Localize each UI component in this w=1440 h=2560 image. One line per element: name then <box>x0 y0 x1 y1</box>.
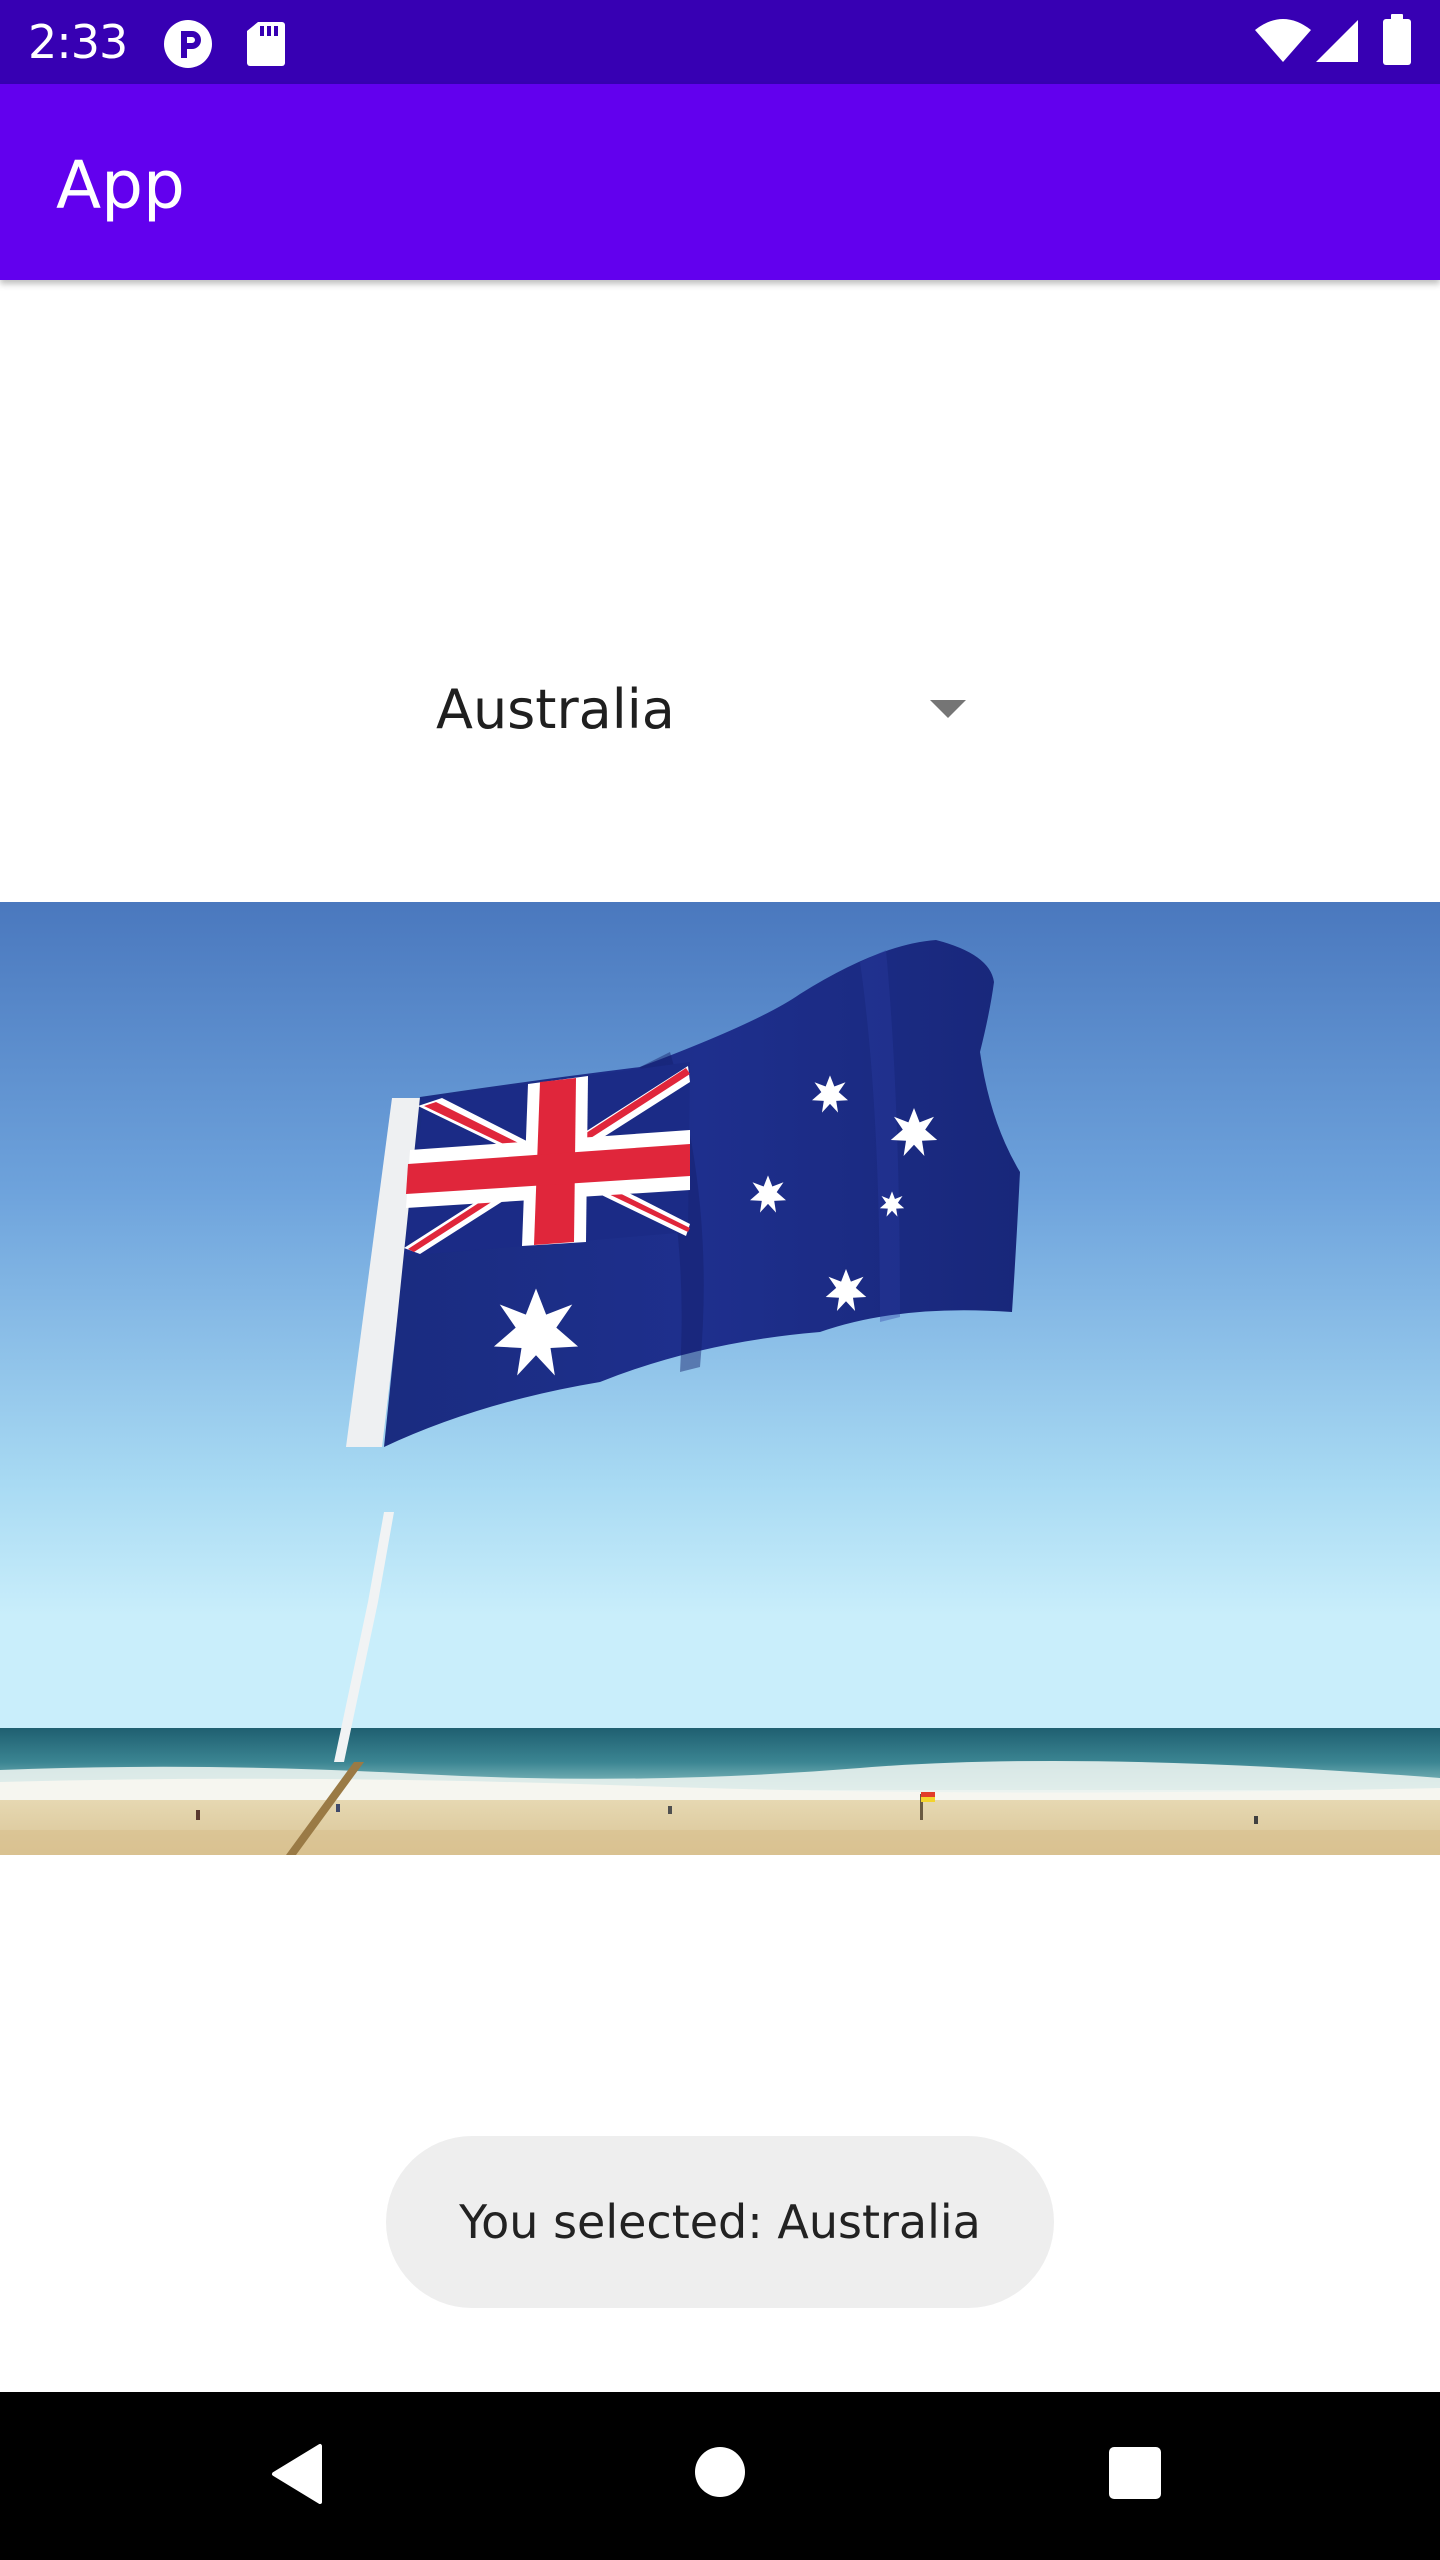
battery-icon <box>1383 14 1411 65</box>
recents-icon[interactable] <box>1108 2446 1162 2500</box>
navigation-bar <box>0 2392 1440 2560</box>
dropdown-arrow-icon <box>930 700 966 718</box>
app-title: App <box>56 147 185 224</box>
status-time: 2:33 <box>28 15 128 69</box>
australian-flag-photo <box>0 902 1440 1855</box>
screen: 2:33 App Australia You selected: Austral… <box>0 0 1440 2560</box>
flag-photo-graphic <box>0 902 1440 1855</box>
sd-card-icon <box>247 22 285 66</box>
signal-icon <box>1316 20 1358 62</box>
notification-p-icon <box>164 20 212 68</box>
home-icon[interactable] <box>694 2446 746 2498</box>
status-bar: 2:33 <box>0 0 1440 84</box>
country-spinner[interactable]: Australia <box>420 650 1000 770</box>
toast: You selected: Australia <box>386 2136 1054 2308</box>
spinner-selected-value: Australia <box>436 678 675 741</box>
back-icon[interactable] <box>268 2442 328 2506</box>
toast-message: You selected: Australia <box>459 2195 981 2249</box>
wifi-icon <box>1255 19 1311 62</box>
app-bar: App <box>0 84 1440 280</box>
